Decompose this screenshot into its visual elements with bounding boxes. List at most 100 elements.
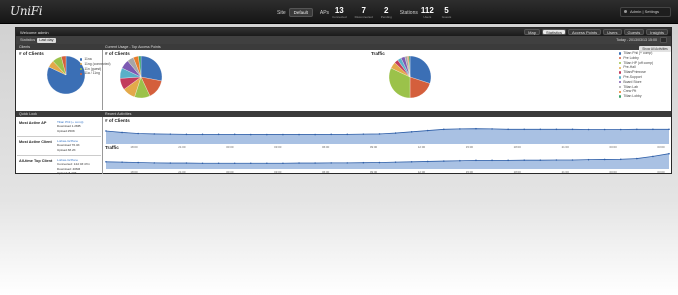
count-pending[interactable]: 2 Pending — [381, 6, 392, 19]
data-point[interactable] — [539, 159, 542, 161]
admin-menu[interactable]: Admin | Settings — [620, 7, 671, 17]
data-point[interactable] — [169, 133, 172, 135]
tab-insights[interactable]: Insights — [646, 29, 668, 35]
data-point[interactable] — [668, 128, 670, 131]
data-point[interactable] — [137, 132, 139, 135]
data-point[interactable] — [507, 128, 509, 131]
tab-users[interactable]: Users — [603, 29, 622, 35]
data-point[interactable] — [233, 162, 236, 165]
data-point[interactable] — [636, 157, 638, 160]
data-point[interactable] — [491, 128, 493, 130]
data-point[interactable] — [121, 161, 123, 163]
data-point[interactable] — [330, 133, 332, 136]
calendar-icon[interactable] — [660, 37, 667, 43]
data-point[interactable] — [652, 155, 654, 158]
data-point[interactable] — [443, 128, 445, 131]
admin-label: Admin | Settings — [630, 9, 660, 14]
x-tick-label: 12:00 — [418, 170, 426, 174]
data-point[interactable] — [282, 133, 284, 136]
clients-timeseries-chart: 18:00 21:00 00:00 03:00 06:00 09:00 12:00 15:00… — [105, 127, 670, 149]
x-tick-label: 18:00 — [514, 170, 522, 174]
data-point[interactable] — [217, 133, 220, 136]
data-point[interactable] — [314, 133, 316, 136]
user-icon — [624, 10, 627, 13]
data-point[interactable] — [539, 128, 542, 131]
data-point[interactable] — [555, 128, 558, 131]
data-point[interactable] — [249, 162, 252, 165]
data-point[interactable] — [571, 128, 574, 131]
data-point[interactable] — [298, 162, 300, 164]
data-point[interactable] — [249, 133, 252, 136]
data-point[interactable] — [105, 161, 107, 163]
data-point[interactable] — [507, 159, 509, 162]
data-point[interactable] — [555, 159, 558, 161]
data-point[interactable] — [475, 127, 477, 130]
tab-guests[interactable]: Guests — [623, 29, 645, 35]
data-point[interactable] — [298, 133, 300, 136]
data-point[interactable] — [475, 159, 477, 162]
count-guests[interactable]: 5 Guests — [442, 6, 452, 19]
data-point[interactable] — [459, 128, 461, 130]
x-tick-label: 06:00 — [322, 170, 330, 174]
count-connected[interactable]: 13 Connected — [332, 6, 347, 19]
data-point[interactable] — [571, 159, 574, 161]
tab-statistics[interactable]: Statistics — [541, 29, 566, 35]
data-point[interactable] — [652, 128, 654, 131]
traffic-legend: Tilian Phil (+ comp) Pre Lobby Tilian HP… — [619, 51, 653, 99]
data-point[interactable] — [233, 133, 236, 136]
data-point[interactable] — [603, 128, 606, 131]
data-point[interactable] — [378, 161, 381, 164]
data-point[interactable] — [266, 162, 268, 165]
data-point[interactable] — [217, 162, 220, 165]
data-point[interactable] — [346, 162, 349, 164]
data-point[interactable] — [394, 161, 397, 163]
usage-traffic-pie-chart — [388, 55, 432, 99]
data-point[interactable] — [523, 128, 526, 131]
data-point[interactable] — [185, 162, 188, 164]
data-point[interactable] — [201, 133, 204, 136]
tab-access-points[interactable]: Access Points — [567, 29, 602, 35]
data-point[interactable] — [153, 162, 156, 164]
data-point[interactable] — [105, 130, 107, 132]
data-point[interactable] — [603, 158, 606, 161]
data-point[interactable] — [410, 161, 413, 163]
time-range-select[interactable]: Last day — [37, 37, 56, 43]
data-point[interactable] — [201, 162, 204, 165]
data-point[interactable] — [330, 162, 332, 164]
data-point[interactable] — [426, 160, 429, 163]
data-point[interactable] — [587, 128, 590, 131]
x-tick-label: 03:00 — [657, 145, 665, 149]
quick-look-item: Most Active AP Tilian Phil (+ comp) Down… — [17, 118, 101, 137]
data-point[interactable] — [282, 162, 284, 165]
data-point[interactable] — [443, 160, 445, 162]
data-point[interactable] — [266, 133, 268, 136]
site-label: Site — [277, 9, 286, 16]
data-point[interactable] — [619, 128, 622, 131]
aps-label: APs — [319, 9, 330, 16]
data-point[interactable] — [137, 161, 139, 164]
x-tick-label: 00:00 — [226, 145, 234, 149]
data-point[interactable] — [394, 132, 397, 134]
data-point[interactable] — [346, 133, 349, 136]
data-point[interactable] — [619, 158, 622, 161]
data-point[interactable] — [153, 133, 156, 135]
data-point[interactable] — [523, 159, 526, 161]
data-point[interactable] — [314, 162, 316, 164]
data-point[interactable] — [378, 133, 381, 135]
count-disconnected[interactable]: 7 Disconnected — [355, 6, 373, 19]
tab-map[interactable]: Map — [524, 29, 540, 35]
site-select[interactable]: Default — [288, 8, 313, 17]
data-point[interactable] — [362, 133, 365, 135]
data-point[interactable] — [459, 159, 461, 162]
count-users[interactable]: 112 Users — [421, 6, 434, 19]
data-point[interactable] — [668, 152, 670, 155]
data-point[interactable] — [121, 131, 123, 134]
data-point[interactable] — [410, 131, 413, 133]
data-point[interactable] — [426, 129, 429, 132]
data-point[interactable] — [587, 158, 590, 161]
data-point[interactable] — [362, 161, 365, 164]
data-point[interactable] — [491, 159, 493, 162]
data-point[interactable] — [636, 128, 638, 131]
data-point[interactable] — [169, 162, 172, 164]
data-point[interactable] — [185, 133, 188, 136]
